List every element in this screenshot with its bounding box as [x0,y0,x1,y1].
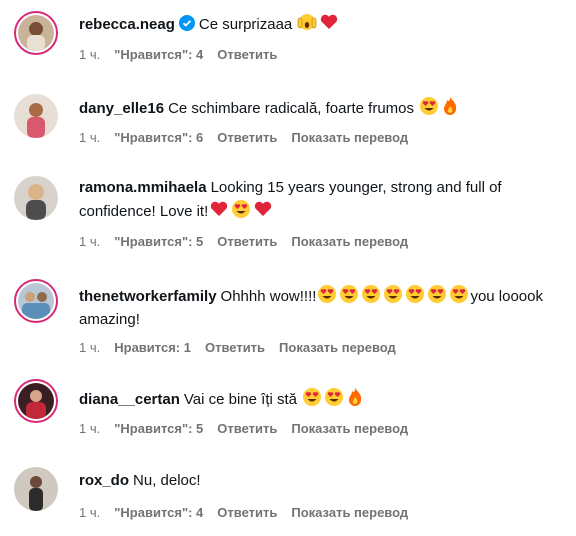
heart-eyes-emoji-icon [362,285,381,303]
reply-button[interactable]: Ответить [217,421,277,436]
heart-eyes-emoji-icon [420,97,439,115]
comment-username[interactable]: dany_elle16 [79,100,164,117]
avatar[interactable] [14,279,58,323]
comment-body: ramona.mmihaela Looking 15 years younger,… [79,176,549,223]
reply-button[interactable]: Ответить [217,47,277,62]
avatar[interactable] [14,176,58,220]
show-translation-button[interactable]: Показать перевод [291,130,408,145]
heart-eyes-emoji-icon [232,200,251,218]
comment-username[interactable]: thenetworkerfamily [79,288,217,305]
comment-body: thenetworkerfamily Ohhhh wow!!!! you loooo… [79,284,549,331]
likes-count[interactable]: "Нравится": 5 [114,234,203,249]
comment-text: Nu, deloc! [133,472,201,489]
comment-meta: 1 ч. "Нравится": 4 Ответить [79,47,291,62]
likes-count[interactable]: "Нравится": 5 [114,421,203,436]
heart-eyes-emoji-icon [340,285,359,303]
heart-eyes-emoji-icon [406,285,425,303]
comment-text: Vai ce bine îți stă [183,391,298,408]
heart-eyes-emoji-icon [384,285,403,303]
comment-meta: 1 ч. "Нравится": 5 Ответить Показать перево… [79,421,422,436]
fire-emoji-icon [349,388,362,406]
comment-text: Ce schimbare radicală, foarte frumos [168,100,414,117]
comment-text: Ce surprizaaa [198,16,293,33]
heart-eyes-emoji-icon [450,285,469,303]
show-translation-button[interactable]: Показать перевод [291,421,408,436]
comment-time[interactable]: 1 ч. [79,421,100,436]
avatar[interactable] [14,94,58,138]
likes-count[interactable]: Нравится: 1 [114,340,191,355]
avatar[interactable] [14,467,58,511]
reply-button[interactable]: Ответить [217,234,277,249]
show-translation-button[interactable]: Показать перевод [279,340,396,355]
comment-time[interactable]: 1 ч. [79,340,100,355]
comment-body: diana__certan Vai ce bine îți stă [79,387,549,411]
heart-eyes-emoji-icon [318,285,337,303]
fire-emoji-icon [444,97,457,115]
comment-username[interactable]: rebecca.neag [79,16,175,33]
avatar[interactable] [14,379,58,423]
likes-count[interactable]: "Нравится": 4 [114,505,203,520]
verified-badge-icon [178,15,195,31]
heart-eyes-emoji-icon [428,285,447,303]
comment-meta: 1 ч. "Нравится": 5 Ответить Показать перево… [79,234,422,249]
avatar[interactable] [14,11,58,55]
comment-time[interactable]: 1 ч. [79,47,100,62]
comment-username[interactable]: diana__certan [79,391,180,408]
reply-button[interactable]: Ответить [217,130,277,145]
red-heart-emoji-icon [321,14,338,29]
comment-text: Ohhhh wow!!!! [220,288,317,305]
reply-button[interactable]: Ответить [217,505,277,520]
reply-button[interactable]: Ответить [205,340,265,355]
heart-eyes-emoji-icon [325,388,344,406]
comment-time[interactable]: 1 ч. [79,505,100,520]
comment-body: rox_do Nu, deloc! [79,469,549,492]
comment-body: dany_elle16 Ce schimbare radicală, foarte… [79,96,549,120]
comment-username[interactable]: ramona.mmihaela [79,179,207,196]
comment-time[interactable]: 1 ч. [79,130,100,145]
show-translation-button[interactable]: Показать перевод [291,234,408,249]
comment-meta: 1 ч. "Нравится": 4 Ответить Показать перево… [79,505,422,520]
comment-meta: 1 ч. Нравится: 1 Ответить Показать перевод [79,340,410,355]
comment-body: rebecca.neag Ce surprizaaa [79,12,549,36]
screaming-hands-emoji-icon [298,14,317,30]
comment-meta: 1 ч. "Нравится": 6 Ответить Показать перево… [79,130,422,145]
comment-username[interactable]: rox_do [79,472,129,489]
show-translation-button[interactable]: Показать перевод [291,505,408,520]
likes-count[interactable]: "Нравится": 6 [114,130,203,145]
comment-time[interactable]: 1 ч. [79,234,100,249]
likes-count[interactable]: "Нравится": 4 [114,47,203,62]
red-heart-emoji-icon [255,201,272,216]
red-heart-emoji-icon [211,201,228,216]
heart-eyes-emoji-icon [303,388,322,406]
